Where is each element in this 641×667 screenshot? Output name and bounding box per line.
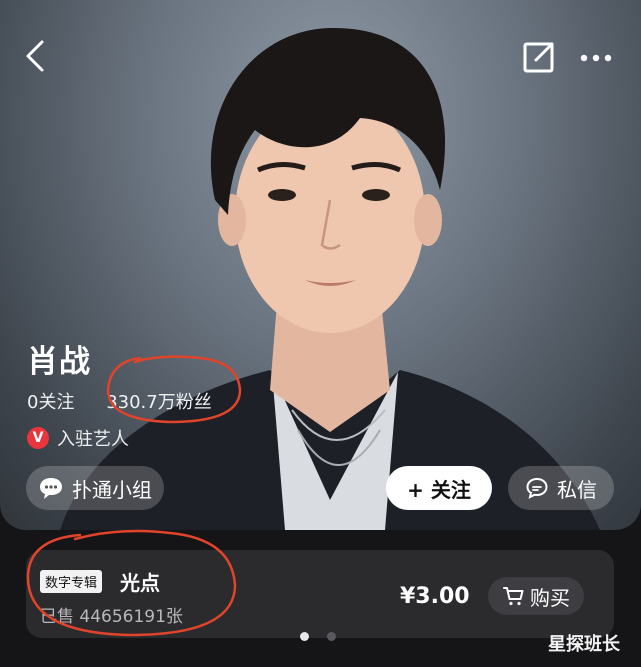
message-icon [526,477,548,499]
album-card[interactable]: 数字专辑 光点 已售 44656191张 ¥3.00 购买 [26,550,614,638]
watermark: 星探班长 [548,634,620,655]
back-icon[interactable] [22,36,50,76]
verified-badge-icon: V [27,427,49,449]
follow-button-label: + 关注 [407,477,471,502]
buy-button[interactable]: 购买 [488,577,584,615]
more-icon[interactable] [578,36,614,76]
verified-row: V 入驻艺人 [27,425,129,451]
album-title: 光点 [120,571,160,595]
chat-bubble-icon [40,478,62,499]
carousel-dot[interactable] [300,632,309,641]
carousel-dot[interactable] [327,632,336,641]
group-button-label: 扑通小组 [72,477,152,502]
verified-label: 入驻艺人 [57,429,129,450]
fans-count[interactable]: 330.7万粉丝 [106,392,212,413]
album-sold-count: 已售 44656191张 [40,607,183,627]
carousel-indicator [300,632,336,641]
follow-button[interactable]: + 关注 [386,466,492,510]
cart-icon [503,587,524,606]
message-button[interactable]: 私信 [508,466,614,510]
buy-button-label: 购买 [530,585,570,610]
following-count[interactable]: 0关注 [27,392,74,413]
share-icon[interactable] [522,36,556,76]
album-type-tag: 数字专辑 [40,570,103,593]
message-button-label: 私信 [557,477,597,502]
stats-row: 0关注 330.7万粉丝 [27,388,238,414]
album-price: ¥3.00 [400,584,470,609]
artist-name: 肖战 [27,344,91,380]
group-button[interactable]: 扑通小组 [26,466,164,510]
